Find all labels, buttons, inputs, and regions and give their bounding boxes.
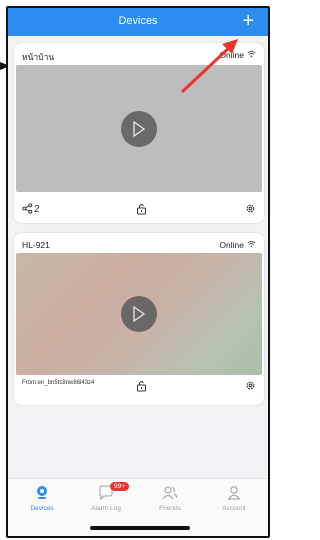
play-button[interactable] [121,296,157,332]
tab-alarm-log[interactable]: 99+ Alarm Log [80,482,132,512]
tab-label: Account [222,505,246,512]
video-preview[interactable] [16,65,262,192]
wifi-icon [247,50,256,60]
settings-gear-icon[interactable] [245,380,256,393]
device-card-header: HL-921 Online [22,240,256,252]
tab-label: Devices [30,505,54,512]
play-icon [133,305,146,323]
phone-screen: Devices + หน้าบ้าน Online 2 HL-921 Onlin… [6,6,270,538]
device-status: Online [219,50,244,60]
device-name: HL-921 [22,240,50,250]
device-card[interactable]: HL-921 Online From:eir_bn5tc8nw86l43z4 [14,233,264,405]
device-name: หน้าบ้าน [22,52,55,62]
unlock-icon[interactable] [136,203,147,217]
play-icon [133,120,146,137]
device-status: Online [219,240,244,250]
add-device-button[interactable]: + [242,10,254,32]
account-icon [208,485,260,501]
unlock-icon[interactable] [136,380,147,394]
device-card-footer: 2 [22,203,256,217]
share-icon[interactable] [22,203,33,216]
share-count: 2 [34,204,40,215]
device-card-header: หน้าบ้าน Online [22,50,256,62]
play-button[interactable] [121,110,157,147]
tab-friends[interactable]: Friends [144,485,196,512]
settings-gear-icon[interactable] [245,203,256,216]
shared-from-label: From:eir_bn5tc8nw86l43z4 [22,380,95,386]
device-card[interactable]: หน้าบ้าน Online 2 [14,43,264,223]
tab-label: Alarm Log [91,505,121,512]
tab-devices[interactable]: Devices [16,485,68,512]
devices-icon [16,485,68,501]
page-title: Devices [118,15,158,27]
video-preview[interactable] [16,253,262,375]
wifi-icon [247,240,256,250]
friends-icon [144,485,196,501]
tab-label: Friends [159,505,181,512]
alarm-badge: 99+ [110,482,130,491]
top-bar: Devices + [8,8,268,36]
tab-account[interactable]: Account [208,485,260,512]
home-indicator[interactable] [90,526,190,530]
bottom-tab-bar: Devices 99+ Alarm Log Friends Account [8,478,268,536]
device-card-footer: From:eir_bn5tc8nw86l43z4 [22,380,256,394]
